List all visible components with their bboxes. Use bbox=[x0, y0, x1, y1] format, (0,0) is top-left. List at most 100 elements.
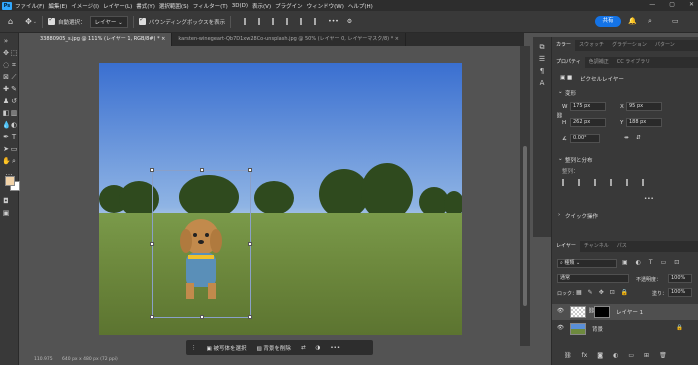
brush-tool-icon[interactable]: ✎ bbox=[10, 85, 18, 93]
adjustment-layer-icon[interactable]: ◐ bbox=[613, 352, 618, 359]
transform-section-header[interactable]: 変形 bbox=[565, 89, 576, 97]
tab-layers[interactable]: レイヤー bbox=[552, 241, 580, 252]
stamp-tool-icon[interactable]: ♟ bbox=[2, 97, 10, 105]
align-bottom-icon[interactable] bbox=[314, 18, 320, 25]
quick-mask-icon[interactable]: ◘ bbox=[2, 197, 10, 205]
menu-plugins[interactable]: プラグイン bbox=[275, 2, 303, 10]
mask-icon[interactable]: ◑ bbox=[311, 345, 326, 351]
align-top-icon[interactable] bbox=[286, 18, 292, 25]
paragraph-icon[interactable]: ¶ bbox=[538, 67, 546, 75]
layer-row-layer1[interactable]: 👁 ⛓ レイヤー 1 bbox=[552, 304, 698, 320]
more-options-icon[interactable]: ••• bbox=[328, 18, 339, 25]
chevron-down-icon[interactable]: ⌄ bbox=[33, 19, 37, 25]
menu-file[interactable]: ファイル(F) bbox=[15, 2, 44, 10]
bell-icon[interactable]: 🔔 bbox=[628, 17, 637, 25]
link-layers-icon[interactable]: ⛓ bbox=[564, 352, 572, 359]
align-center-icon[interactable] bbox=[578, 179, 584, 186]
y-field[interactable]: 188 px bbox=[626, 118, 662, 127]
remove-background-button[interactable]: ▨ 背景を削除 bbox=[251, 344, 295, 352]
filter-shape-icon[interactable]: ▭ bbox=[661, 259, 667, 266]
tab-document-2[interactable]: karsten-winegeart-Qb7D1xw28Co-unsplash.j… bbox=[172, 33, 406, 46]
vertical-scrollbar[interactable] bbox=[520, 46, 530, 346]
tab-cc-libraries[interactable]: CC ライブラリ bbox=[613, 57, 655, 68]
align-left-icon[interactable] bbox=[562, 179, 568, 186]
menu-view[interactable]: 表示(V) bbox=[252, 2, 271, 10]
minimize-button[interactable]: — bbox=[649, 1, 655, 8]
scrollbar-thumb[interactable] bbox=[523, 146, 527, 306]
tab-document-1[interactable]: 33880905_s.jpg @ 111% (レイヤー 1, RGB/8#) *… bbox=[34, 33, 173, 46]
chevron-down-icon[interactable]: ⌄ bbox=[558, 89, 563, 95]
tab-channels[interactable]: チャンネル bbox=[580, 241, 613, 252]
move-tool-icon[interactable]: ✥ bbox=[2, 49, 10, 57]
chevron-down-icon[interactable]: ⌄ bbox=[558, 156, 563, 162]
eye-icon[interactable]: 👁 bbox=[557, 308, 564, 314]
home-icon[interactable]: ⌂ bbox=[8, 17, 13, 26]
shape-tool-icon[interactable]: ▭ bbox=[10, 145, 18, 153]
foreground-color-swatch[interactable] bbox=[5, 176, 15, 186]
lock-pixels-icon[interactable]: ▦ bbox=[576, 289, 582, 296]
group-icon[interactable]: ▭ bbox=[628, 352, 634, 359]
maximize-button[interactable]: ▢ bbox=[669, 1, 675, 8]
tab-properties[interactable]: プロパティ bbox=[552, 57, 585, 68]
layer-row-background[interactable]: 👁 背景 🔒 bbox=[552, 321, 698, 337]
zoom-level[interactable]: 110.975 bbox=[34, 357, 53, 362]
more-options-button[interactable]: ••• bbox=[644, 196, 654, 202]
x-field[interactable]: 95 px bbox=[626, 102, 662, 111]
align-middle-icon[interactable] bbox=[300, 18, 306, 25]
transform-handle[interactable] bbox=[150, 242, 154, 246]
menu-layer[interactable]: レイヤー(L) bbox=[103, 2, 132, 10]
align-left-icon[interactable] bbox=[244, 18, 250, 25]
marquee-tool-icon[interactable]: ⬚ bbox=[10, 49, 18, 57]
gradient-tool-icon[interactable]: ▥ bbox=[10, 109, 18, 117]
menu-image[interactable]: イメージ(I) bbox=[71, 2, 99, 10]
3d-mode-icon[interactable]: ⚙ bbox=[347, 18, 352, 25]
menu-select[interactable]: 選択範囲(S) bbox=[159, 2, 189, 10]
hand-tool-icon[interactable]: ✋ bbox=[2, 157, 11, 165]
layer-name[interactable]: レイヤー 1 bbox=[616, 308, 643, 316]
zoom-tool-icon[interactable]: ⌕ bbox=[10, 157, 18, 165]
menu-window[interactable]: ウィンドウ(W) bbox=[307, 2, 344, 10]
libraries-icon[interactable]: ☰ bbox=[538, 55, 546, 63]
eraser-tool-icon[interactable]: ◧ bbox=[2, 109, 10, 117]
search-icon[interactable]: ⌕ bbox=[648, 17, 652, 26]
chevron-right-icon[interactable]: › bbox=[558, 212, 560, 218]
bounding-box-checkbox[interactable] bbox=[138, 16, 146, 25]
transform-handle[interactable] bbox=[200, 168, 204, 172]
tab-color[interactable]: カラー bbox=[552, 40, 576, 51]
move-tool-icon[interactable]: ✥ bbox=[25, 17, 32, 26]
auto-select-checkbox[interactable] bbox=[47, 16, 55, 25]
transform-handle[interactable] bbox=[200, 315, 204, 319]
more-options-button[interactable]: ••• bbox=[325, 345, 345, 351]
path-select-icon[interactable]: ➤ bbox=[2, 145, 10, 153]
align-middle-icon[interactable] bbox=[626, 179, 632, 186]
filter-pixel-icon[interactable]: ▣ bbox=[622, 259, 628, 266]
flip-horizontal-icon[interactable]: ⇹ bbox=[624, 135, 629, 141]
blur-tool-icon[interactable]: 💧 bbox=[2, 121, 11, 129]
align-center-icon[interactable] bbox=[258, 18, 264, 25]
layer-name[interactable]: 背景 bbox=[592, 325, 603, 333]
filter-type-icon[interactable]: T bbox=[649, 259, 653, 266]
link-icon[interactable]: ⛓ bbox=[556, 113, 563, 119]
filter-smart-icon[interactable]: ⊡ bbox=[674, 259, 679, 266]
type-tool-icon[interactable]: T bbox=[10, 133, 18, 141]
layer-mask-thumbnail[interactable] bbox=[594, 306, 610, 318]
filter-adjust-icon[interactable]: ◐ bbox=[636, 259, 641, 266]
opacity-field[interactable]: 100% bbox=[668, 274, 692, 283]
close-icon[interactable]: × bbox=[395, 36, 399, 42]
drag-handle-icon[interactable]: ⋮ bbox=[186, 345, 202, 351]
healing-tool-icon[interactable]: ✚ bbox=[2, 85, 10, 93]
transform-handle[interactable] bbox=[248, 242, 252, 246]
lasso-tool-icon[interactable]: ◌ bbox=[2, 61, 10, 69]
add-mask-icon[interactable]: ◙ bbox=[597, 352, 603, 359]
pen-tool-icon[interactable]: ✒ bbox=[2, 133, 10, 141]
transform-bounding-box[interactable] bbox=[150, 168, 252, 319]
transform-handle[interactable] bbox=[150, 315, 154, 319]
width-field[interactable]: 175 px bbox=[570, 102, 606, 111]
tab-patterns[interactable]: パターン bbox=[651, 40, 679, 51]
dodge-tool-icon[interactable]: ◐ bbox=[10, 121, 18, 129]
eyedropper-tool-icon[interactable]: ⟋ bbox=[10, 73, 18, 81]
close-icon[interactable]: × bbox=[161, 36, 165, 42]
close-window-button[interactable]: ✕ bbox=[689, 1, 694, 8]
transform-handle[interactable] bbox=[150, 168, 154, 172]
tab-swatches[interactable]: スウォッチ bbox=[575, 40, 608, 51]
